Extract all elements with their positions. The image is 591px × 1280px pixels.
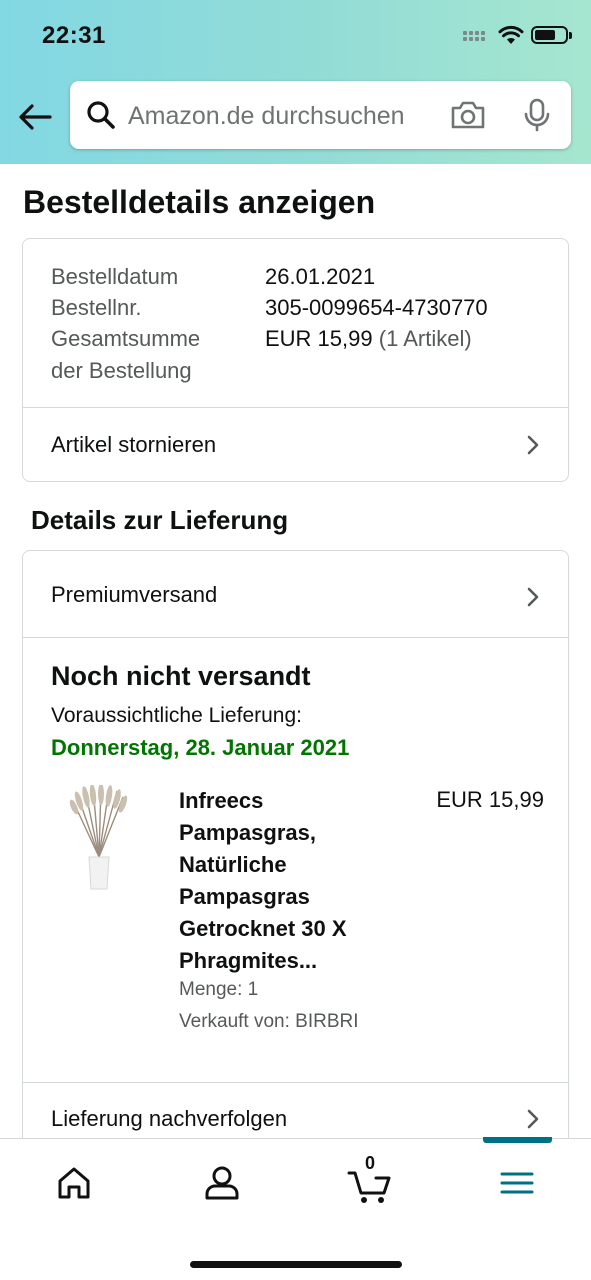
camera-icon[interactable] [450, 100, 486, 130]
product-image[interactable] [67, 785, 131, 893]
cart-count-badge: 0 [365, 1153, 376, 1173]
delivery-section-title: Details zur Lieferung [31, 505, 289, 535]
wifi-icon [498, 25, 524, 44]
shipment-status: Noch nicht versandt [51, 661, 311, 691]
delivery-card: Premiumversand Noch nicht versandt Vorau… [22, 550, 569, 1170]
app-header: 22:31 [0, 0, 591, 164]
order-total-label-line2: der Bestellung [51, 358, 192, 383]
order-total-amount: EUR 15,99 [265, 326, 373, 351]
search-input[interactable] [128, 99, 428, 133]
page-title: Bestelldetails anzeigen [23, 184, 376, 220]
chevron-right-icon [527, 435, 539, 455]
shipping-method-row[interactable]: Premiumversand [23, 551, 568, 637]
chevron-right-icon [527, 1109, 539, 1129]
eta-label: Voraussichtliche Lieferung: [51, 704, 302, 727]
order-number-value: 305-0099654-4730770 [265, 295, 488, 320]
product-title-line: Infreecs [179, 788, 264, 813]
product-title-line: Pampasgras [179, 884, 310, 909]
cellular-signal-icon [463, 31, 491, 43]
search-icon [87, 101, 115, 129]
active-tab-indicator [483, 1137, 552, 1143]
back-arrow-icon[interactable] [16, 98, 54, 136]
home-indicator [190, 1261, 402, 1268]
chevron-right-icon [527, 587, 539, 607]
home-icon[interactable] [52, 1161, 96, 1205]
order-date-value: 26.01.2021 [265, 264, 376, 289]
order-total-value: EUR 15,99 (1 Artikel) [265, 323, 472, 355]
product-title[interactable]: Infreecs Pampasgras, Natürliche Pampasgr… [179, 785, 409, 977]
order-total-label-line1: Gesamtsumme [51, 326, 201, 351]
product-price: EUR 15,99 [436, 787, 544, 812]
account-icon[interactable] [200, 1161, 244, 1205]
product-title-line: Phragmites... [179, 948, 318, 973]
order-date-label: Bestelldatum [51, 264, 179, 289]
cancel-items-label: Artikel stornieren [51, 432, 217, 457]
microphone-icon[interactable] [522, 98, 552, 132]
product-title-line: Pampasgras, [179, 820, 316, 845]
product-seller: Verkauft von: BIRBRI [179, 1011, 359, 1032]
battery-icon [531, 26, 572, 44]
bottom-tab-bar: 0 [0, 1137, 591, 1280]
divider [23, 637, 568, 638]
order-summary-card: Bestelldatum 26.01.2021 Bestellnr. 305-0… [22, 238, 569, 482]
search-bar[interactable] [70, 81, 571, 149]
eta-date: Donnerstag, 28. Januar 2021 [51, 735, 350, 760]
menu-icon[interactable] [495, 1161, 539, 1205]
product-title-line: Natürliche [179, 852, 287, 877]
product-quantity: Menge: 1 [179, 979, 259, 1000]
status-time: 22:31 [42, 22, 106, 49]
order-item-count: (1 Artikel) [378, 326, 472, 351]
product-title-line: Getrocknet 30 X [179, 916, 347, 941]
shipping-method-label: Premiumversand [51, 582, 218, 607]
order-number-label: Bestellnr. [51, 295, 142, 320]
cancel-items-row[interactable]: Artikel stornieren [23, 408, 568, 481]
track-delivery-label: Lieferung nachverfolgen [51, 1106, 288, 1131]
